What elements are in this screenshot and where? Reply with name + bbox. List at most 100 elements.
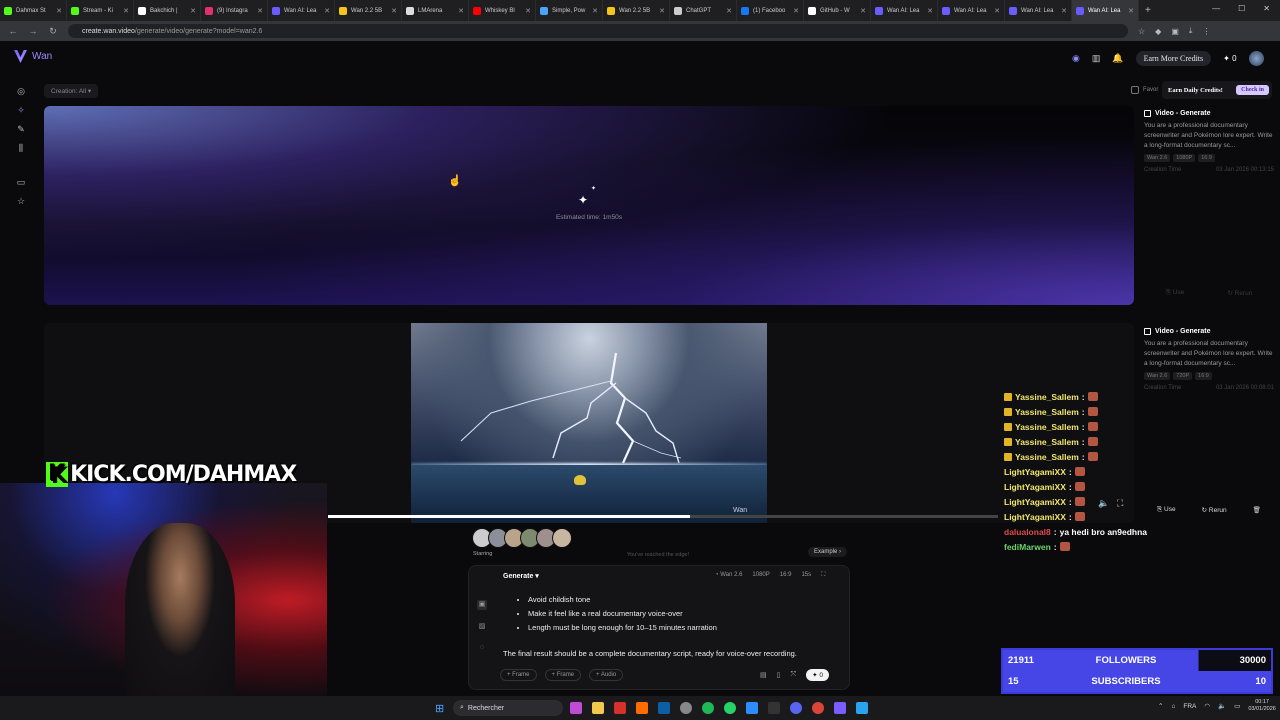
frame-button-2[interactable]: + Frame <box>544 669 582 681</box>
rerun-button[interactable]: ↻ Rerun <box>1227 289 1252 297</box>
library-icon[interactable]: ⫼ <box>15 142 27 154</box>
menu-icon[interactable]: ⋮ <box>1202 27 1210 36</box>
windows-start-icon[interactable]: ⊞ <box>435 702 444 715</box>
clock[interactable]: 00:17 03/01/2026 <box>1248 699 1276 713</box>
use-button[interactable]: ⎘ Use <box>1166 289 1185 297</box>
send-button[interactable]: ✦ 0 <box>806 669 829 681</box>
reload-icon[interactable]: ↻ <box>48 26 58 37</box>
favorites-filter[interactable]: Favor <box>1131 86 1158 94</box>
app-icon[interactable] <box>636 702 648 714</box>
tab-close-icon[interactable]: ✕ <box>994 7 1000 15</box>
browser-tab[interactable]: (9) Instagra ✕ <box>201 0 268 21</box>
discord-icon[interactable]: ◉ <box>1072 53 1080 64</box>
favorites-icon[interactable]: ☆ <box>15 195 27 207</box>
explore-icon[interactable]: ◎ <box>15 85 27 97</box>
layout-icon[interactable]: ▥ <box>1092 53 1101 64</box>
edit-icon[interactable]: ✎ <box>15 123 27 135</box>
template-icon[interactable]: ▤ <box>760 671 767 679</box>
extension-icon[interactable]: ◆ <box>1155 27 1161 36</box>
app-icon[interactable] <box>614 702 626 714</box>
example-button[interactable]: Example › <box>808 547 848 557</box>
tab-close-icon[interactable]: ✕ <box>1128 7 1134 15</box>
browser-tab[interactable]: ChatGPT ✕ <box>670 0 737 21</box>
avatar[interactable] <box>1248 51 1264 66</box>
earn-more-credits-button[interactable]: Earn More Credits <box>1135 51 1212 66</box>
back-icon[interactable]: ← <box>8 26 18 36</box>
image-mode-icon[interactable]: ▨ <box>477 622 487 632</box>
app-icon[interactable] <box>834 702 846 714</box>
browser-tab[interactable]: LMArena ✕ <box>402 0 469 21</box>
tab-close-icon[interactable]: ✕ <box>123 7 129 15</box>
use-button[interactable]: ⎘ Use <box>1157 506 1176 514</box>
taskbar-search[interactable]: ⌕ Rechercher <box>453 700 563 716</box>
settings-icon[interactable]: ⛶ <box>821 572 825 579</box>
delete-icon[interactable]: 🗑 <box>1253 506 1261 514</box>
app-icon[interactable] <box>768 702 780 714</box>
browser-tab[interactable]: Wan AI: Lea ✕ <box>268 0 335 21</box>
tab-close-icon[interactable]: ✕ <box>860 7 866 15</box>
browser-tab[interactable]: Dahmax St ✕ <box>0 0 67 21</box>
file-explorer-icon[interactable] <box>592 702 604 714</box>
tab-close-icon[interactable]: ✕ <box>525 7 531 15</box>
browser-tab[interactable]: Wan AI: Lea ✕ <box>871 0 938 21</box>
todo-icon[interactable] <box>746 702 758 714</box>
browser-tab[interactable]: Wan 2.2 5B ✕ <box>603 0 670 21</box>
browser-tab[interactable]: (1) Faceboo ✕ <box>737 0 804 21</box>
generation-options[interactable]: ◔ Wan 2.6 1080P 16:9 15s ⛶ <box>715 572 825 579</box>
whatsapp-icon[interactable] <box>724 702 736 714</box>
favorites-checkbox[interactable] <box>1131 86 1139 94</box>
lightning-storm-video[interactable]: Wan <box>411 323 767 523</box>
spotify-icon[interactable] <box>702 702 714 714</box>
tab-close-icon[interactable]: ✕ <box>458 7 464 15</box>
close-icon[interactable]: ✕ <box>1263 4 1270 13</box>
browser-tab[interactable]: Wan AI: Lea ✕ <box>938 0 1005 21</box>
tab-close-icon[interactable]: ✕ <box>56 7 62 15</box>
url-field[interactable]: create.wan.video/generate/video/generate… <box>68 24 1128 38</box>
network-icon[interactable]: ⌂ <box>1171 703 1175 710</box>
discord-icon[interactable] <box>790 702 802 714</box>
bell-icon[interactable]: 🔔 <box>1112 53 1123 64</box>
browser-tab[interactable]: Wan 2.2 5B ✕ <box>335 0 402 21</box>
aspect-option[interactable]: 16:9 <box>780 572 792 579</box>
volume-icon[interactable]: 🔈 <box>1218 702 1226 710</box>
battery-icon[interactable]: ▭ <box>1234 702 1240 710</box>
bookmark-star-icon[interactable]: ☆ <box>1138 27 1145 36</box>
download-icon[interactable]: ⤓ <box>1189 26 1193 36</box>
language-indicator[interactable]: FRA <box>1183 703 1196 710</box>
audio-mode-icon[interactable]: ◌ <box>477 644 487 654</box>
browser-tab[interactable]: Whiskey Bl ✕ <box>469 0 536 21</box>
audio-button[interactable]: + Audio <box>589 669 624 681</box>
tab-close-icon[interactable]: ✕ <box>927 7 933 15</box>
tray-chevron-icon[interactable]: ⌃ <box>1158 702 1163 710</box>
telegram-icon[interactable] <box>856 702 868 714</box>
rerun-button[interactable]: ↻ Rerun <box>1202 506 1227 514</box>
character-avatar[interactable] <box>552 528 572 548</box>
tab-close-icon[interactable]: ✕ <box>1061 7 1067 15</box>
maximize-icon[interactable]: ☐ <box>1238 4 1245 13</box>
puzzle-icon[interactable]: ▣ <box>1171 27 1179 36</box>
generate-icon[interactable]: ✧ <box>15 104 27 116</box>
resolution-option[interactable]: 1080P <box>752 572 769 579</box>
minimize-icon[interactable]: — <box>1212 4 1220 13</box>
app-icon[interactable] <box>658 702 670 714</box>
new-tab-icon[interactable]: + <box>1139 5 1157 16</box>
copilot-icon[interactable] <box>570 702 582 714</box>
tab-close-icon[interactable]: ✕ <box>391 7 397 15</box>
duration-option[interactable]: 15s <box>801 572 811 579</box>
folder-icon[interactable]: ▭ <box>15 176 27 188</box>
chrome-icon[interactable] <box>812 702 824 714</box>
browser-tab[interactable]: GitHub - W ✕ <box>804 0 871 21</box>
settings-icon[interactable] <box>680 702 692 714</box>
browser-tab[interactable]: Stream - Ki ✕ <box>67 0 134 21</box>
browser-tab[interactable]: Bakchich | ✕ <box>134 0 201 21</box>
check-in-button[interactable]: Check in <box>1236 85 1269 95</box>
book-icon[interactable]: ▯ <box>777 671 781 679</box>
tab-close-icon[interactable]: ✕ <box>257 7 263 15</box>
video-mode-icon[interactable]: ▣ <box>477 600 487 610</box>
forward-icon[interactable]: → <box>28 26 38 36</box>
tab-close-icon[interactable]: ✕ <box>659 7 665 15</box>
tab-close-icon[interactable]: ✕ <box>190 7 196 15</box>
wan-logo[interactable]: Wan <box>14 50 52 63</box>
model-option[interactable]: ◔ Wan 2.6 <box>715 572 742 579</box>
tab-close-icon[interactable]: ✕ <box>592 7 598 15</box>
